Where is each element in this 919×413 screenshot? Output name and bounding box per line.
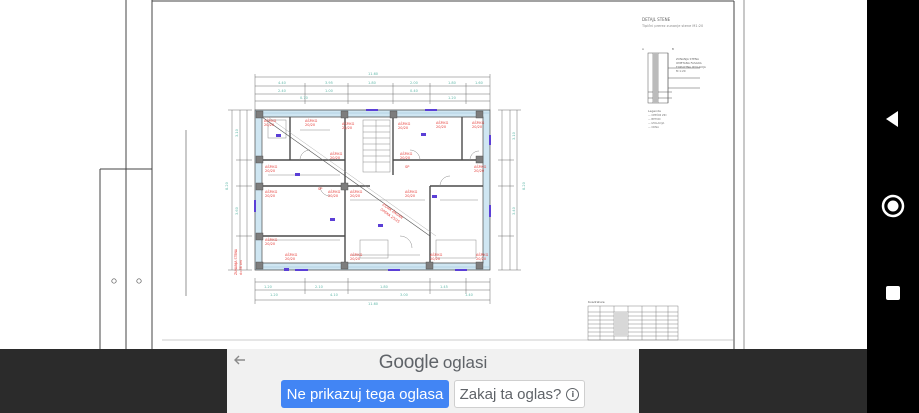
svg-text:1.20: 1.20 [264, 285, 272, 289]
svg-text:— IZOLACIJA: — IZOLACIJA [648, 121, 665, 125]
ad-title: Google oglasi [227, 352, 639, 374]
svg-text:20/20: 20/20 [285, 257, 295, 261]
svg-text:20/20: 20/20 [330, 156, 340, 160]
ad-feedback-panel: Google oglasi Ne prikazuj tega oglasa Zak… [227, 349, 639, 413]
svg-text:20/20: 20/20 [350, 194, 360, 198]
svg-text:20/20: 20/20 [472, 125, 482, 129]
svg-text:3.95: 3.95 [325, 81, 333, 85]
svg-text:1.80: 1.80 [448, 81, 456, 85]
svg-text:8.20: 8.20 [522, 182, 526, 190]
svg-text:B: B [672, 47, 674, 51]
info-icon: i [566, 387, 580, 401]
svg-text:4.40: 4.40 [278, 81, 286, 85]
svg-text:20/20: 20/20 [265, 194, 275, 198]
svg-text:20/20: 20/20 [436, 125, 446, 129]
svg-text:20/20: 20/20 [430, 257, 440, 261]
svg-text:2.00: 2.00 [410, 81, 418, 85]
svg-text:ZUNANJA STENA: ZUNANJA STENA [234, 248, 238, 275]
svg-text:3.10: 3.10 [235, 129, 239, 137]
svg-text:Tipični prerez zunanje stene M: Tipični prerez zunanje stene M1:20 [641, 24, 703, 28]
why-this-ad-button-label: Zakaj ta oglas? [459, 385, 562, 403]
document-viewer[interactable]: 11.60 4.40 3.95 1.80 2.00 1.80 1.60 2.40… [0, 0, 867, 349]
svg-text:1.60: 1.60 [475, 81, 483, 85]
svg-text:Kvadrature: Kvadrature [588, 300, 605, 304]
svg-text:20/20: 20/20 [305, 123, 315, 127]
svg-text:1.40: 1.40 [465, 293, 473, 297]
svg-text:M 1:20: M 1:20 [676, 69, 686, 73]
svg-text:20/20: 20/20 [474, 169, 484, 173]
svg-text:4.10: 4.10 [330, 293, 338, 297]
svg-text:20/20: 20/20 [265, 169, 275, 173]
circle-home-icon[interactable] [867, 184, 919, 228]
svg-text:— BETON: — BETON [648, 117, 660, 121]
svg-text:Legenda: Legenda [648, 109, 661, 113]
svg-text:20/20: 20/20 [328, 194, 338, 198]
svg-text:SP: SP [318, 187, 322, 191]
svg-text:1.80: 1.80 [368, 81, 376, 85]
hide-ad-button-label: Ne prikazuj tega oglasa [286, 385, 444, 403]
triangle-back-icon[interactable] [867, 97, 919, 141]
hide-ad-button[interactable]: Ne prikazuj tega oglasa [281, 380, 449, 408]
svg-text:20/20: 20/20 [265, 242, 275, 246]
svg-text:20/20: 20/20 [350, 257, 360, 261]
svg-text:3.60: 3.60 [235, 207, 239, 215]
svg-text:SP: SP [405, 165, 409, 169]
svg-text:1.20: 1.20 [448, 96, 456, 100]
google-logo: Google [378, 352, 439, 373]
floor-plan-drawing[interactable]: 11.60 4.40 3.95 1.80 2.00 1.80 1.60 2.40… [0, 0, 867, 349]
svg-text:3.40: 3.40 [512, 207, 516, 215]
svg-text:2.10: 2.10 [315, 285, 323, 289]
svg-text:20/20: 20/20 [476, 257, 486, 261]
svg-text:20/20: 20/20 [405, 194, 415, 198]
ad-title-suffix: oglasi [442, 353, 488, 372]
svg-text:11.60: 11.60 [368, 302, 378, 306]
svg-text:— OKNA: — OKNA [648, 125, 659, 129]
svg-text:d=38 cm: d=38 cm [239, 260, 243, 275]
svg-text:20/20: 20/20 [398, 126, 408, 130]
svg-text:3.00: 3.00 [400, 293, 408, 297]
svg-text:1.20: 1.20 [270, 293, 278, 297]
why-this-ad-button[interactable]: Zakaj ta oglas? i [454, 380, 585, 408]
svg-text:0.70: 0.70 [300, 96, 308, 100]
square-recents-icon[interactable] [867, 271, 919, 315]
android-navigation-bar [867, 0, 919, 413]
svg-text:DETAJL STENE: DETAJL STENE [642, 17, 671, 22]
svg-text:20/20: 20/20 [342, 126, 352, 130]
svg-text:20/20: 20/20 [400, 156, 410, 160]
svg-text:3.10: 3.10 [512, 132, 516, 140]
svg-text:1.00: 1.00 [325, 89, 333, 93]
screen: 11.60 4.40 3.95 1.80 2.00 1.80 1.60 2.40… [0, 0, 919, 413]
svg-text:11.60: 11.60 [368, 72, 378, 76]
svg-text:2.40: 2.40 [278, 89, 286, 93]
svg-text:0.40: 0.40 [410, 89, 418, 93]
svg-text:20/20: 20/20 [264, 123, 274, 127]
svg-text:1.80: 1.80 [380, 285, 388, 289]
svg-text:8.20: 8.20 [225, 182, 229, 190]
svg-text:A: A [642, 47, 644, 51]
svg-text:1.45: 1.45 [440, 285, 448, 289]
ad-strip: Google oglasi Ne prikazuj tega oglasa Zak… [0, 349, 867, 413]
